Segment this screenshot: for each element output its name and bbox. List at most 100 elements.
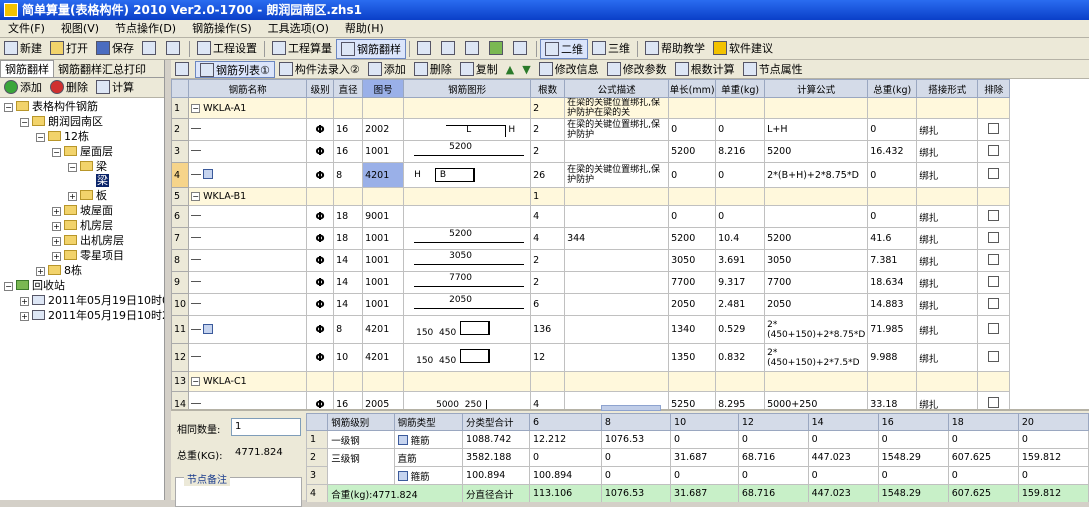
rebar-name-cell[interactable] [188, 315, 308, 344]
summary-row[interactable]: 3 箍筋 100.894 100.894 0 0 0 0 0 0 0 [306, 466, 1089, 485]
lap-cell[interactable]: 绑扎 [916, 343, 979, 372]
weight-cell[interactable]: 0 [715, 118, 766, 141]
print-button[interactable] [138, 39, 162, 59]
fig-cell[interactable]: 4201 [362, 343, 405, 372]
grade-cell[interactable]: Φ [306, 227, 335, 250]
shape-cell[interactable]: LH [403, 118, 532, 141]
rotate-button[interactable] [509, 39, 533, 59]
fig-cell[interactable]: 9001 [362, 205, 405, 228]
add-rebar-button[interactable]: 添加 [364, 61, 410, 78]
summary-col-header[interactable]: 14 [807, 413, 879, 431]
tree-recycle-item-1[interactable]: +2011年05月19日10时09分 [20, 294, 164, 308]
delete-rebar-button[interactable]: 删除 [410, 61, 456, 78]
exclude-cell[interactable] [977, 205, 1011, 228]
tree-recycle[interactable]: − 回收站 [4, 279, 65, 293]
shape-cell[interactable]: 7700 [403, 271, 532, 294]
expand-icon[interactable]: + [52, 207, 61, 216]
summary-col-header[interactable]: 16 [877, 413, 949, 431]
total-cell[interactable]: 18.634 [867, 271, 918, 294]
len-cell[interactable]: 0 [668, 205, 717, 228]
formula-cell[interactable]: 2050 [764, 293, 869, 316]
lap-cell[interactable]: 绑扎 [916, 293, 979, 316]
summary-col-header[interactable]: 12 [737, 413, 809, 431]
fig-cell[interactable]: 1001 [362, 271, 405, 294]
desc-cell[interactable] [564, 271, 670, 294]
lap-cell[interactable]: 绑扎 [916, 249, 979, 272]
tree-project[interactable]: − 朗润园南区 [20, 115, 103, 129]
shape-cell[interactable]: 5200 [403, 140, 532, 163]
formula-cell[interactable]: 5000+250 [764, 391, 869, 409]
formula-cell[interactable]: 3050 [764, 249, 869, 272]
grade-cell[interactable]: Φ [306, 140, 335, 163]
grid-settings-button[interactable] [171, 61, 195, 78]
rebar-name-cell[interactable] [188, 118, 308, 141]
tree-misc[interactable]: + 零星项目 [52, 249, 124, 263]
collapse-icon[interactable]: − [36, 133, 45, 142]
fig-cell[interactable]: 4201 [362, 315, 405, 344]
count-cell[interactable]: 2 [530, 249, 566, 272]
shape-cell[interactable]: 150 450 [403, 343, 532, 372]
weight-cell[interactable]: 8.216 [715, 140, 766, 163]
dia-cell[interactable]: 14 [333, 293, 364, 316]
summary-row[interactable]: 2 三级钢 直筋 3582.188 0 0 31.687 68.716 447.… [306, 448, 1089, 467]
weight-cell[interactable]: 8.295 [715, 391, 766, 409]
lap-cell[interactable]: 绑扎 [916, 205, 979, 228]
rebar-name-cell[interactable]: − WKLA-B1 [188, 187, 308, 206]
desc-cell[interactable] [564, 205, 670, 228]
count-cell[interactable]: 2 [530, 140, 566, 163]
tree-building-8[interactable]: +8栋 [36, 264, 82, 278]
dia-cell[interactable]: 14 [333, 249, 364, 272]
count-cell[interactable]: 6 [530, 293, 566, 316]
lap-cell[interactable]: 绑扎 [916, 315, 979, 344]
count-cell[interactable]: 136 [530, 315, 566, 344]
lap-cell[interactable]: 绑扎 [916, 391, 979, 409]
col-header[interactable]: 总重(kg) [867, 79, 918, 98]
summary-col-header[interactable]: 钢筋类型 [393, 413, 464, 431]
rebar-name-cell[interactable] [188, 293, 308, 316]
summary-col-header[interactable]: 钢筋级别 [327, 413, 395, 431]
expand-icon[interactable]: + [20, 312, 29, 321]
menu-rebar[interactable]: 钢筋操作(S) [184, 20, 260, 38]
summary-col-header[interactable]: 18 [947, 413, 1019, 431]
view-3d-button[interactable]: 三维 [588, 39, 634, 59]
exclude-checkbox[interactable] [988, 144, 1000, 156]
shape-cell[interactable]: 150 450 [403, 315, 532, 344]
len-cell[interactable]: 7700 [668, 271, 717, 294]
total-cell[interactable]: 16.432 [867, 140, 918, 163]
grade-cell[interactable]: Φ [306, 249, 335, 272]
dia-cell[interactable]: 16 [333, 140, 364, 163]
rebar-name-cell[interactable] [188, 140, 308, 163]
tree-machine[interactable]: + 机房层 [52, 219, 113, 233]
desc-cell[interactable]: 在梁的关键位置绑扎,保护防护 [564, 118, 670, 141]
view-2d-button[interactable]: 二维 [540, 39, 588, 59]
count-cell[interactable]: 2 [530, 271, 566, 294]
desc-cell[interactable] [564, 249, 670, 272]
col-header[interactable]: 计算公式 [764, 79, 869, 98]
total-cell[interactable]: 0 [867, 118, 918, 141]
zoom-out-button[interactable] [461, 39, 485, 59]
exclude-cell[interactable] [977, 293, 1011, 316]
total-cell[interactable]: 71.985 [867, 315, 918, 344]
count-cell[interactable]: 12 [530, 343, 566, 372]
col-header[interactable]: 排除 [977, 79, 1011, 98]
rebar-translate-button[interactable]: 钢筋翻样 [336, 39, 406, 59]
project-calc-button[interactable]: 工程算量 [268, 39, 336, 59]
exclude-cell[interactable] [977, 118, 1011, 141]
collapse-icon[interactable]: − [4, 282, 13, 291]
component-entry-button[interactable]: 构件法录入② [275, 61, 364, 78]
len-cell[interactable]: 3050 [668, 249, 717, 272]
total-cell[interactable]: 7.381 [867, 249, 918, 272]
help-teach-button[interactable]: 帮助教学 [641, 39, 709, 59]
collapse-icon[interactable]: − [52, 148, 61, 157]
len-cell[interactable]: 1350 [668, 343, 717, 372]
tree-beam[interactable]: − 梁 [68, 160, 107, 174]
table-row[interactable]: 8 Φ 14 1001 3050 2 3050 3.691 3050 7.381… [171, 249, 1011, 272]
collapse-icon[interactable]: − [191, 103, 201, 113]
same-qty-input[interactable]: 1 [231, 418, 301, 436]
menu-help[interactable]: 帮助(H) [337, 20, 392, 38]
table-row[interactable]: 1 − WKLA-A1 2 在梁的关键位置绑扎,保护防护在梁的关 [171, 97, 1011, 119]
modify-param-button[interactable]: 修改参数 [603, 61, 671, 78]
collapse-icon[interactable]: − [68, 163, 77, 172]
formula-cell[interactable]: 5200 [764, 140, 869, 163]
pan-button[interactable] [413, 39, 437, 59]
